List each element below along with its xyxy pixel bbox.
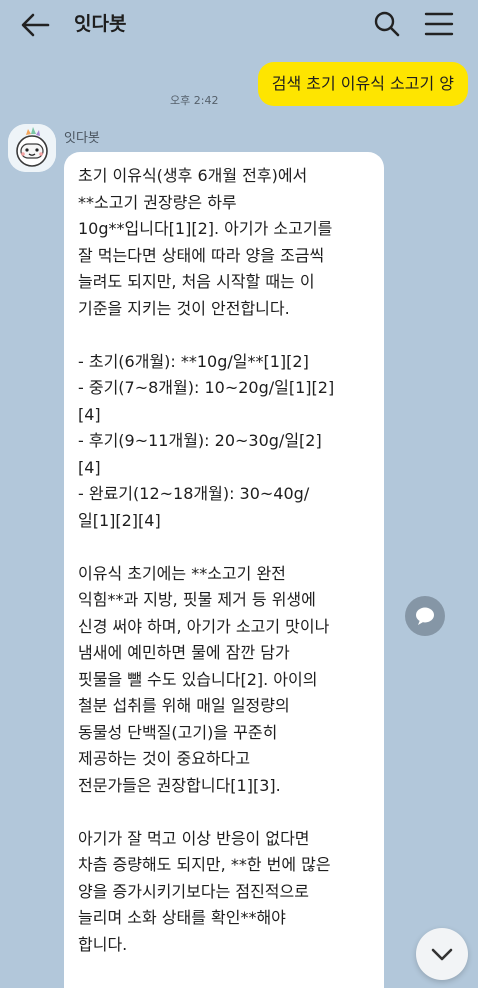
share-bubble-icon [416, 607, 434, 625]
search-icon [374, 11, 400, 37]
search-button[interactable] [372, 9, 402, 39]
outgoing-message-bubble[interactable]: 검색 초기 이유식 소고기 양 [257, 62, 468, 106]
share-button[interactable] [405, 596, 445, 636]
chat-title: 잇다봇 [74, 13, 127, 35]
message-time: 오후 2:42 [170, 94, 219, 107]
bot-avatar-icon [8, 124, 56, 172]
chevron-down-icon [431, 948, 453, 961]
hamburger-menu-icon [424, 12, 454, 36]
chat-header: 잇다봇 [0, 0, 478, 50]
arrow-left-icon [21, 13, 50, 37]
chat-screen: 잇다봇 오후 2:42 검색 초기 이유식 소고기 양 잇다봇 초기 이유식(생… [0, 0, 478, 988]
menu-button[interactable] [424, 10, 454, 38]
sender-avatar[interactable] [8, 124, 56, 172]
sender-name: 잇다봇 [64, 131, 100, 146]
back-button[interactable] [18, 10, 52, 40]
scroll-to-bottom-button[interactable] [416, 928, 468, 980]
incoming-message-text: 초기 이유식(생후 6개월 전후)에서 **소고기 권장량은 하루 10g**입… [78, 166, 335, 954]
